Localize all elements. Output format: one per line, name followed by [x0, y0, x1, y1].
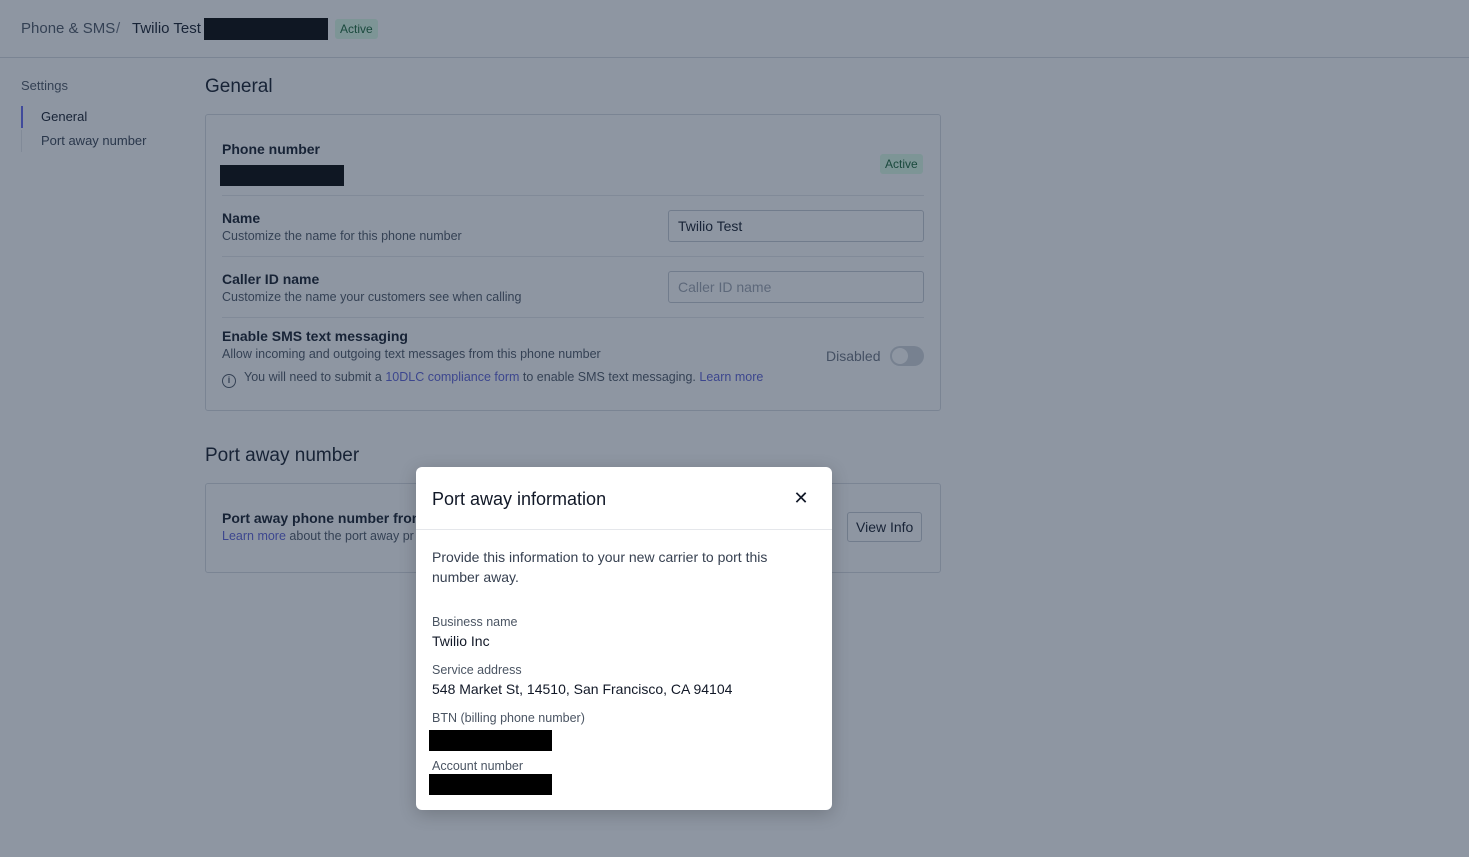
account-number-label: Account number — [432, 759, 524, 773]
modal-intro: Provide this information to your new car… — [432, 549, 768, 585]
modal-title: Port away information — [432, 489, 607, 509]
modal-divider — [416, 529, 832, 530]
btn-label: BTN (billing phone number) — [432, 711, 585, 725]
business-name-label: Business name — [432, 615, 518, 629]
port-away-info-modal: Port away information ✕ Provide this inf… — [416, 467, 832, 810]
service-address-value: 548 Market St, 14510, San Francisco, CA … — [432, 681, 733, 697]
redacted-account-number — [429, 774, 552, 795]
redacted-btn-value — [429, 730, 552, 751]
close-icon[interactable]: ✕ — [790, 487, 812, 509]
service-address-label: Service address — [432, 663, 522, 677]
business-name-value: Twilio Inc — [432, 633, 490, 649]
